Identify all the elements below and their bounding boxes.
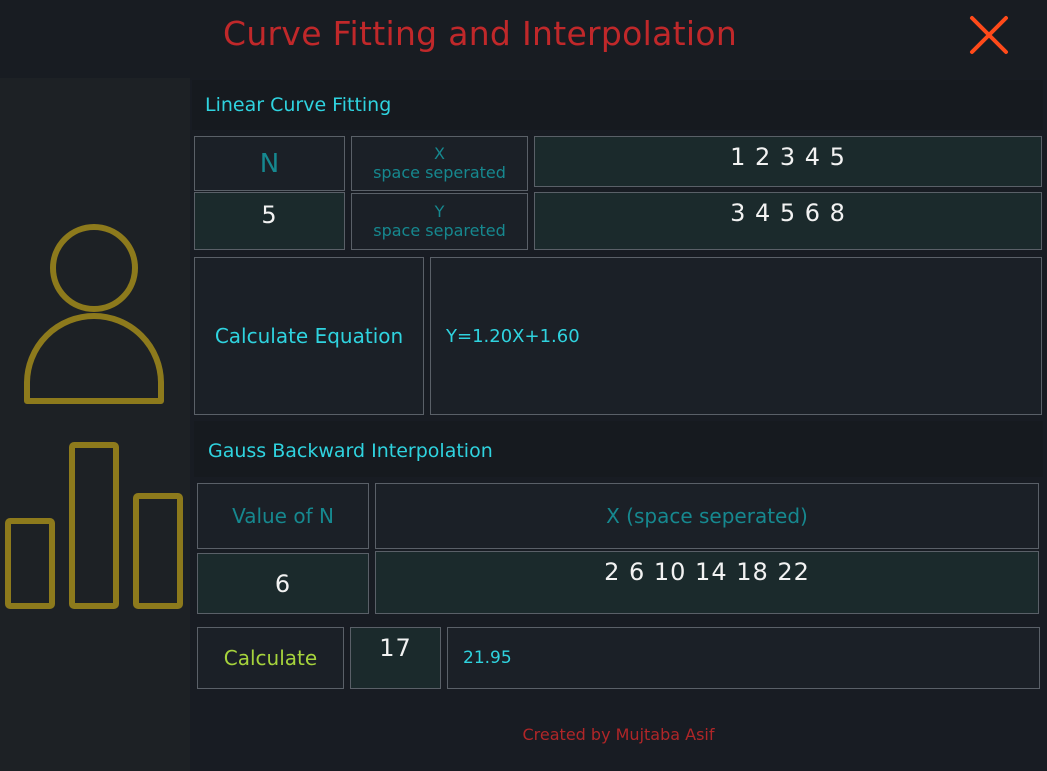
equation-result-text: Y=1.20X+1.60 bbox=[446, 325, 580, 347]
linear-n-label: N bbox=[259, 148, 280, 179]
linear-y-input[interactable]: 3 4 5 6 8 bbox=[534, 192, 1042, 250]
interpolation-point-value: 17 bbox=[379, 634, 412, 662]
linear-n-input[interactable]: 5 bbox=[194, 192, 345, 250]
calculate-button[interactable]: Calculate bbox=[197, 627, 344, 689]
gauss-x-label-box: X (space seperated) bbox=[375, 483, 1039, 549]
linear-y-hint: space separeted bbox=[373, 221, 506, 240]
gauss-heading: Gauss Backward Interpolation bbox=[208, 440, 493, 462]
gauss-n-label: Value of N bbox=[232, 504, 334, 528]
gauss-x-value: 2 6 10 14 18 22 bbox=[604, 558, 810, 586]
linear-x-label-box: X space seperated bbox=[351, 136, 528, 191]
interpolation-result-text: 21.95 bbox=[463, 648, 512, 668]
gauss-n-input[interactable]: 6 bbox=[197, 553, 369, 614]
linear-n-value: 5 bbox=[261, 201, 278, 229]
gauss-x-input[interactable]: 2 6 10 14 18 22 bbox=[375, 551, 1039, 614]
close-icon[interactable] bbox=[968, 14, 1010, 56]
gauss-x-label: X (space seperated) bbox=[606, 504, 808, 528]
linear-x-hint: space seperated bbox=[373, 163, 506, 182]
gauss-n-value: 6 bbox=[274, 569, 292, 598]
bar-chart-icon bbox=[5, 442, 183, 609]
interpolation-point-input[interactable]: 17 bbox=[350, 627, 441, 689]
linear-y-label: Y bbox=[434, 202, 445, 221]
linear-y-label-box: Y space separeted bbox=[351, 193, 528, 250]
linear-y-value: 3 4 5 6 8 bbox=[730, 199, 846, 227]
linear-n-label-box: N bbox=[194, 136, 345, 191]
interpolation-result: 21.95 bbox=[447, 627, 1040, 689]
linear-heading: Linear Curve Fitting bbox=[205, 94, 392, 116]
linear-x-value: 1 2 3 4 5 bbox=[730, 143, 846, 171]
calculate-equation-button[interactable]: Calculate Equation bbox=[194, 257, 424, 415]
equation-result: Y=1.20X+1.60 bbox=[430, 257, 1042, 415]
sidebar-icons bbox=[5, 224, 183, 609]
sidebar bbox=[0, 78, 190, 771]
calculate-equation-label: Calculate Equation bbox=[214, 324, 404, 348]
gauss-n-label-box: Value of N bbox=[197, 483, 369, 549]
user-icon bbox=[24, 224, 164, 404]
calculate-label: Calculate bbox=[223, 646, 318, 670]
footer-credit: Created by Mujtaba Asif bbox=[522, 725, 715, 744]
app-title: Curve Fitting and Interpolation bbox=[223, 14, 738, 53]
linear-x-input[interactable]: 1 2 3 4 5 bbox=[534, 136, 1042, 187]
linear-x-label: X bbox=[434, 144, 445, 163]
